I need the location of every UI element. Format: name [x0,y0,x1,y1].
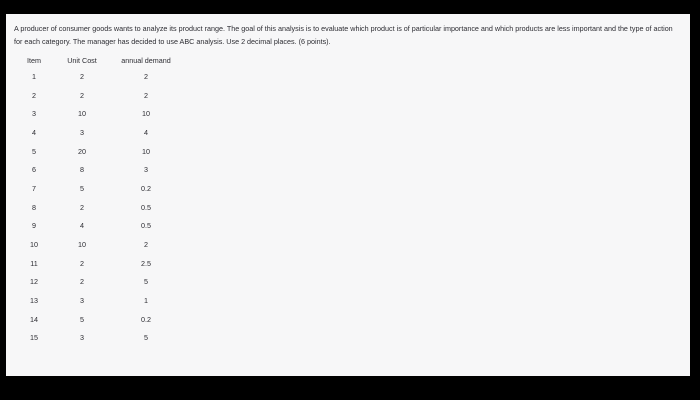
table-row: 15 3 5 [12,329,184,348]
item-cell: 8 [32,202,36,212]
unit-cost-cell: 3 [80,296,84,306]
unit-cost-cell: 2 [80,90,84,100]
annual-demand-cell: 1 [144,296,148,306]
table-row: 9 4 0.5 [12,217,184,236]
annual-demand-cell: 5 [144,333,148,343]
question-panel: A producer of consumer goods wants to an… [6,14,690,376]
annual-demand-cell: 0.5 [141,202,151,212]
unit-cost-cell: 8 [80,165,84,175]
question-text: A producer of consumer goods wants to an… [14,24,673,46]
table-row: 7 5 0.2 [12,179,184,198]
annual-demand-cell: 2.5 [141,258,151,268]
table-header-row: Item Unit Cost annual demand [12,53,184,67]
table-row: 8 2 0.5 [12,198,184,217]
item-cell: 1 [32,71,36,81]
annual-demand-cell: 0.2 [141,183,151,193]
unit-cost-cell: 2 [80,277,84,287]
annual-demand-cell: 4 [144,127,148,137]
table-row: 13 3 1 [12,291,184,310]
table-row: 3 10 10 [12,104,184,123]
annual-demand-cell: 3 [144,165,148,175]
item-cell: 3 [32,109,36,119]
unit-cost-cell: 20 [78,146,86,156]
table-row: 12 2 5 [12,273,184,292]
table-row: 2 2 2 [12,86,184,105]
table-row: 5 20 10 [12,142,184,161]
annual-demand-cell: 2 [144,90,148,100]
unit-cost-cell: 2 [80,71,84,81]
item-cell: 9 [32,221,36,231]
unit-cost-cell: 5 [80,183,84,193]
unit-cost-cell: 10 [78,109,86,119]
annual-demand-cell: 10 [142,109,150,119]
item-cell: 7 [32,183,36,193]
item-cell: 10 [30,240,38,250]
item-cell: 4 [32,127,36,137]
unit-cost-cell: 10 [78,240,86,250]
unit-cost-cell: 2 [80,202,84,212]
column-header-item: Item [27,55,41,65]
table-row: 11 2 2.5 [12,254,184,273]
annual-demand-cell: 5 [144,277,148,287]
table-row: 4 3 4 [12,123,184,142]
item-cell: 15 [30,333,38,343]
data-table: Item Unit Cost annual demand 1 2 2 2 2 2… [12,53,184,347]
annual-demand-cell: 0.2 [141,314,151,324]
unit-cost-cell: 2 [80,258,84,268]
unit-cost-cell: 3 [80,333,84,343]
unit-cost-cell: 3 [80,127,84,137]
table-row: 10 10 2 [12,235,184,254]
annual-demand-cell: 0.5 [141,221,151,231]
item-cell: 14 [30,314,38,324]
column-header-annual-demand: annual demand [121,55,171,65]
table-row: 14 5 0.2 [12,310,184,329]
annual-demand-cell: 2 [144,240,148,250]
item-cell: 6 [32,165,36,175]
annual-demand-cell: 10 [142,146,150,156]
unit-cost-cell: 5 [80,314,84,324]
item-cell: 11 [30,258,38,268]
item-cell: 2 [32,90,36,100]
item-cell: 12 [30,277,38,287]
table-row: 1 2 2 [12,67,184,86]
annual-demand-cell: 2 [144,71,148,81]
unit-cost-cell: 4 [80,221,84,231]
item-cell: 13 [30,296,38,306]
column-header-unit-cost: Unit Cost [67,55,97,65]
item-cell: 5 [32,146,36,156]
table-row: 6 8 3 [12,160,184,179]
